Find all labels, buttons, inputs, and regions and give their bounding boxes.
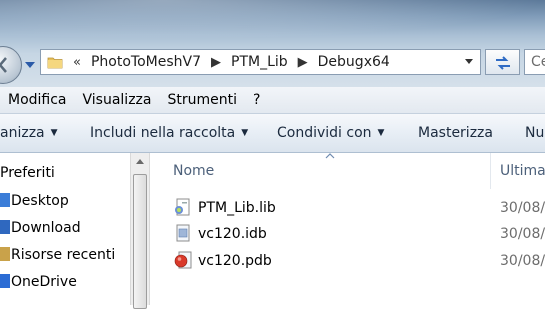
nav-favorites[interactable]: Preferiti [0,165,55,181]
organize-label: anizza [0,125,45,141]
new-folder-label: Nu [525,125,545,141]
file-row[interactable]: vc120.idb [173,222,267,246]
back-button[interactable] [0,46,22,84]
window-chrome: « PhotoToMeshV7 ▶ PTM_Lib ▶ Debugx64 Ce [0,0,545,87]
sort-ascending-icon [325,153,335,159]
breadcrumb-overflow[interactable]: « [73,55,81,70]
nav-item-label: Desktop [11,193,69,209]
breadcrumb-separator-icon[interactable]: ▶ [298,55,308,70]
organize-button[interactable]: anizza ▼ [0,125,58,141]
menu-strumenti[interactable]: Strumenti [167,92,237,108]
nav-item-download[interactable]: Download [0,220,81,236]
file-date: 30/08/ [500,200,545,216]
column-header-modified[interactable]: Ultima [500,153,545,189]
chevron-down-icon: ▼ [377,128,385,138]
file-row[interactable]: vc120.pdb [173,249,272,273]
folder-icon [47,57,63,69]
nav-scrollbar[interactable] [130,153,150,309]
file-name: vc120.idb [198,226,267,242]
column-header-name[interactable]: Nome [173,153,214,189]
burn-label: Masterizza [418,125,493,141]
share-with-button[interactable]: Condividi con ▼ [277,125,384,141]
idb-file-icon [176,224,190,242]
history-dropdown-icon[interactable] [24,60,36,70]
command-bar: anizza ▼ Includi nella raccolta ▼ Condivid… [0,114,545,153]
file-name: vc120.pdb [198,253,272,269]
breadcrumb-phototomeshv7[interactable]: PhotoToMeshV7 [91,54,201,70]
menu-bar: Modifica Visualizza Strumenti ? [0,87,545,114]
nav-item-recent[interactable]: Risorse recenti [0,247,115,263]
lib-file-icon [175,198,190,216]
file-list: Nome Ultima PTM_Lib.lib 30/08/ vc120.idb… [151,153,545,305]
breadcrumb-ptm-lib[interactable]: PTM_Lib [231,54,288,70]
menu-visualizza[interactable]: Visualizza [83,92,152,108]
onedrive-icon [0,274,10,288]
menu-help[interactable]: ? [253,92,260,108]
breadcrumb-debugx64[interactable]: Debugx64 [318,54,390,70]
scroll-thumb[interactable] [133,174,147,309]
new-folder-button[interactable]: Nu [525,125,544,141]
share-with-label: Condividi con [277,125,372,141]
include-in-library-button[interactable]: Includi nella raccolta ▼ [90,125,248,141]
navigation-pane: Preferiti Desktop Download Risorse recen… [0,153,130,305]
download-icon [0,220,10,234]
pdb-file-icon [174,251,192,269]
burn-button[interactable]: Masterizza [418,125,493,141]
refresh-button[interactable] [485,49,520,75]
breadcrumb-separator-icon[interactable]: ▶ [211,55,221,70]
scroll-up-icon[interactable] [135,158,145,165]
nav-item-label: Risorse recenti [11,247,116,263]
nav-item-label: OneDrive [11,274,77,290]
address-bar[interactable]: « PhotoToMeshV7 ▶ PTM_Lib ▶ Debugx64 [40,49,481,75]
nav-item-desktop[interactable]: Desktop [0,193,69,209]
file-row[interactable]: PTM_Lib.lib [173,196,276,220]
file-name: PTM_Lib.lib [198,200,276,216]
nav-item-onedrive[interactable]: OneDrive [0,274,77,290]
search-input[interactable]: Ce [524,49,545,75]
file-date: 30/08/ [500,226,545,242]
chevron-down-icon: ▼ [50,128,58,138]
refresh-icon [496,56,510,70]
back-arrow-icon [0,57,7,73]
chevron-down-icon: ▼ [241,128,249,138]
menu-modifica[interactable]: Modifica [8,92,67,108]
file-date: 30/08/ [500,253,545,269]
desktop-icon [0,193,10,207]
address-dropdown-icon[interactable] [464,58,474,66]
recent-places-icon [0,247,10,261]
column-divider[interactable] [490,153,491,189]
include-in-library-label: Includi nella raccolta [90,125,236,141]
nav-item-label: Download [11,220,81,236]
